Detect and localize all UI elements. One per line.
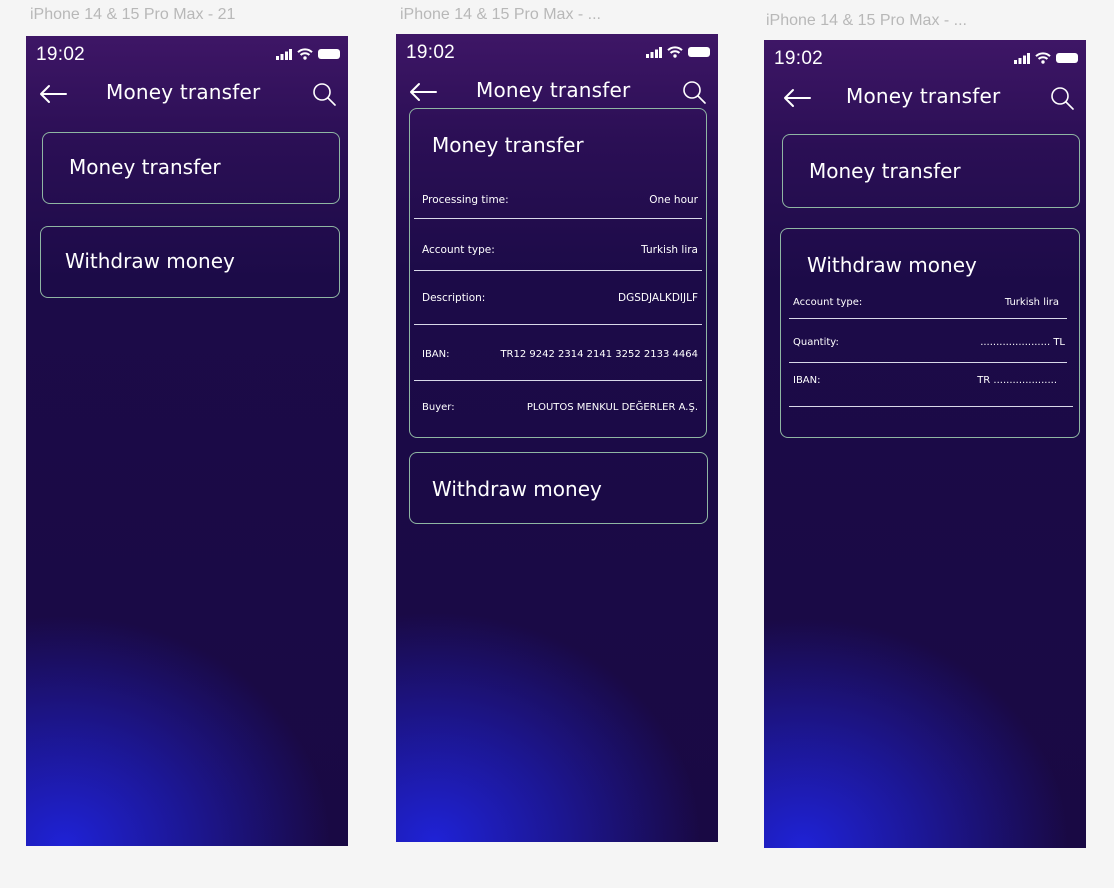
arrow-left-icon[interactable] [782,88,812,108]
cellular-signal-icon [646,46,662,58]
row-label: IBAN: [422,349,450,360]
wifi-icon [667,46,683,58]
phone-frame-2[interactable]: 19:02 Money transfer Money transfer Proc… [396,34,718,842]
card-title: Money transfer [809,159,961,183]
row-value: One hour [649,194,698,206]
battery-icon [1056,53,1078,63]
row-label: Description: [422,292,486,304]
detail-row-iban: IBAN: TR12 9242 2314 2141 3252 2133 4464 [414,325,702,381]
frame-label-3[interactable]: iPhone 14 & 15 Pro Max - ... [766,12,967,30]
detail-row-quantity[interactable]: Quantity: ...................... TL [789,319,1067,363]
page-title: Money transfer [106,80,261,104]
detail-row-account-type: Account type: Turkish lira [414,219,702,271]
quantity-input[interactable]: ...................... TL [980,337,1065,348]
detail-row-iban[interactable]: IBAN: TR .................... [789,363,1073,407]
design-canvas: iPhone 14 & 15 Pro Max - 21 19:02 Money … [0,0,1114,888]
arrow-left-icon[interactable] [408,82,438,102]
phone-frame-1[interactable]: 19:02 Money transfer Money transfer With… [26,36,348,846]
row-value: Turkish lira [641,244,698,256]
battery-icon [318,49,340,59]
row-label: Buyer: [422,402,455,413]
status-icons [646,46,710,58]
cellular-signal-icon [1014,52,1030,64]
detail-row-buyer: Buyer: PLOUTOS MENKUL DEĞERLER A.Ş. [414,381,702,431]
status-time: 19:02 [36,44,86,65]
money-transfer-card-expanded[interactable]: Money transfer Processing time: One hour… [409,108,707,438]
card-title: Withdraw money [65,249,235,273]
status-bar: 19:02 [396,34,718,70]
status-bar: 19:02 [764,40,1086,76]
row-value: Turkish lira [1004,297,1059,308]
frame-label-1[interactable]: iPhone 14 & 15 Pro Max - 21 [30,6,235,24]
money-transfer-card[interactable]: Money transfer [782,134,1080,208]
magnifier-icon[interactable] [312,82,336,106]
withdraw-money-card[interactable]: Withdraw money [409,452,708,524]
frame-label-2[interactable]: iPhone 14 & 15 Pro Max - ... [400,6,601,24]
nav-bar: Money transfer [764,80,1086,116]
card-title: Money transfer [69,155,221,179]
card-title: Money transfer [432,133,584,157]
iban-input[interactable]: TR .................... [977,375,1057,386]
phone-frame-3[interactable]: 19:02 Money transfer Money transfer With… [764,40,1086,848]
detail-row-account-type: Account type: Turkish lira [789,285,1067,319]
row-label: Processing time: [422,194,509,206]
cellular-signal-icon [276,48,292,60]
nav-bar: Money transfer [26,76,348,112]
detail-row-processing-time: Processing time: One hour [414,181,702,219]
card-title: Withdraw money [807,253,977,277]
row-label: IBAN: [793,375,821,386]
arrow-left-icon[interactable] [38,84,68,104]
row-label: Account type: [793,297,863,308]
money-transfer-card[interactable]: Money transfer [42,132,340,204]
magnifier-icon[interactable] [682,80,706,104]
status-icons [276,48,340,60]
nav-bar: Money transfer [396,74,718,110]
status-time: 19:02 [406,42,456,63]
detail-row-description: Description: DGSDJALKDIJLF [414,271,702,325]
withdraw-money-card-expanded[interactable]: Withdraw money Account type: Turkish lir… [780,228,1080,438]
card-title: Withdraw money [432,477,602,501]
wifi-icon [1035,52,1051,64]
battery-icon [688,47,710,57]
page-title: Money transfer [476,78,631,102]
withdraw-money-card[interactable]: Withdraw money [40,226,340,298]
row-value: DGSDJALKDIJLF [618,292,698,304]
row-label: Quantity: [793,337,839,348]
page-title: Money transfer [846,84,1001,108]
status-icons [1014,52,1078,64]
magnifier-icon[interactable] [1050,86,1074,110]
row-label: Account type: [422,244,495,256]
status-time: 19:02 [774,48,824,69]
row-value: TR12 9242 2314 2141 3252 2133 4464 [500,349,698,360]
row-value: PLOUTOS MENKUL DEĞERLER A.Ş. [526,402,698,413]
wifi-icon [297,48,313,60]
status-bar: 19:02 [26,36,348,72]
